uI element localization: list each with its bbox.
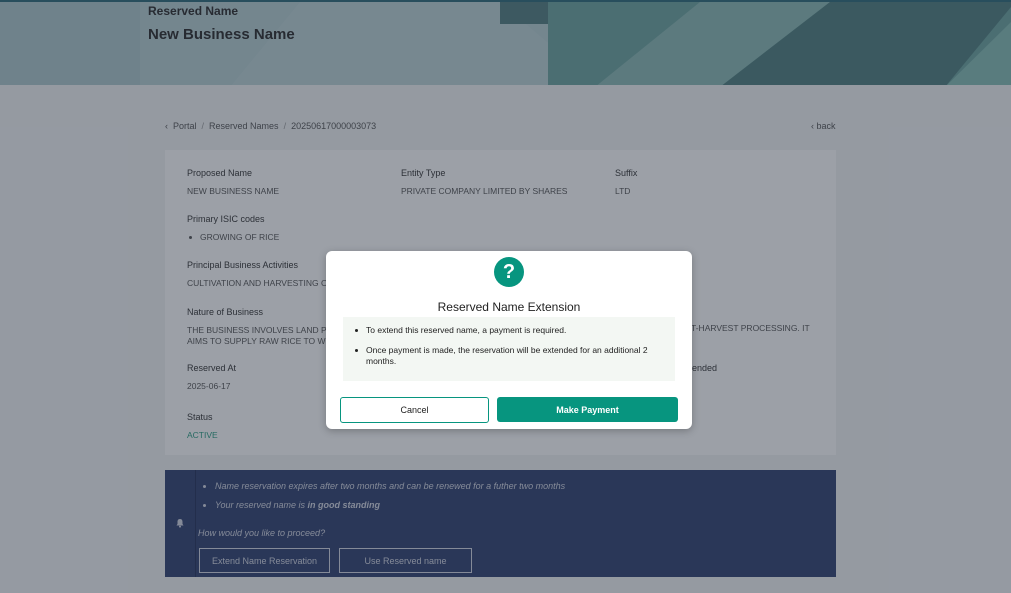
make-payment-button[interactable]: Make Payment bbox=[497, 397, 678, 422]
bullet-icon bbox=[355, 349, 358, 352]
dialog-message-box: To extend this reserved name, a payment … bbox=[343, 317, 675, 381]
dialog-point: Once payment is made, the reservation wi… bbox=[366, 345, 648, 366]
dialog-title: Reserved Name Extension bbox=[437, 300, 581, 314]
cancel-button[interactable]: Cancel bbox=[340, 397, 489, 423]
dialog-point: To extend this reserved name, a payment … bbox=[366, 325, 567, 335]
extension-dialog: ? Reserved Name Extension To extend this… bbox=[326, 251, 692, 429]
question-icon: ? bbox=[494, 257, 524, 287]
bullet-icon bbox=[355, 329, 358, 332]
list-item: Once payment is made, the reservation wi… bbox=[355, 345, 663, 367]
list-item: To extend this reserved name, a payment … bbox=[355, 325, 663, 336]
